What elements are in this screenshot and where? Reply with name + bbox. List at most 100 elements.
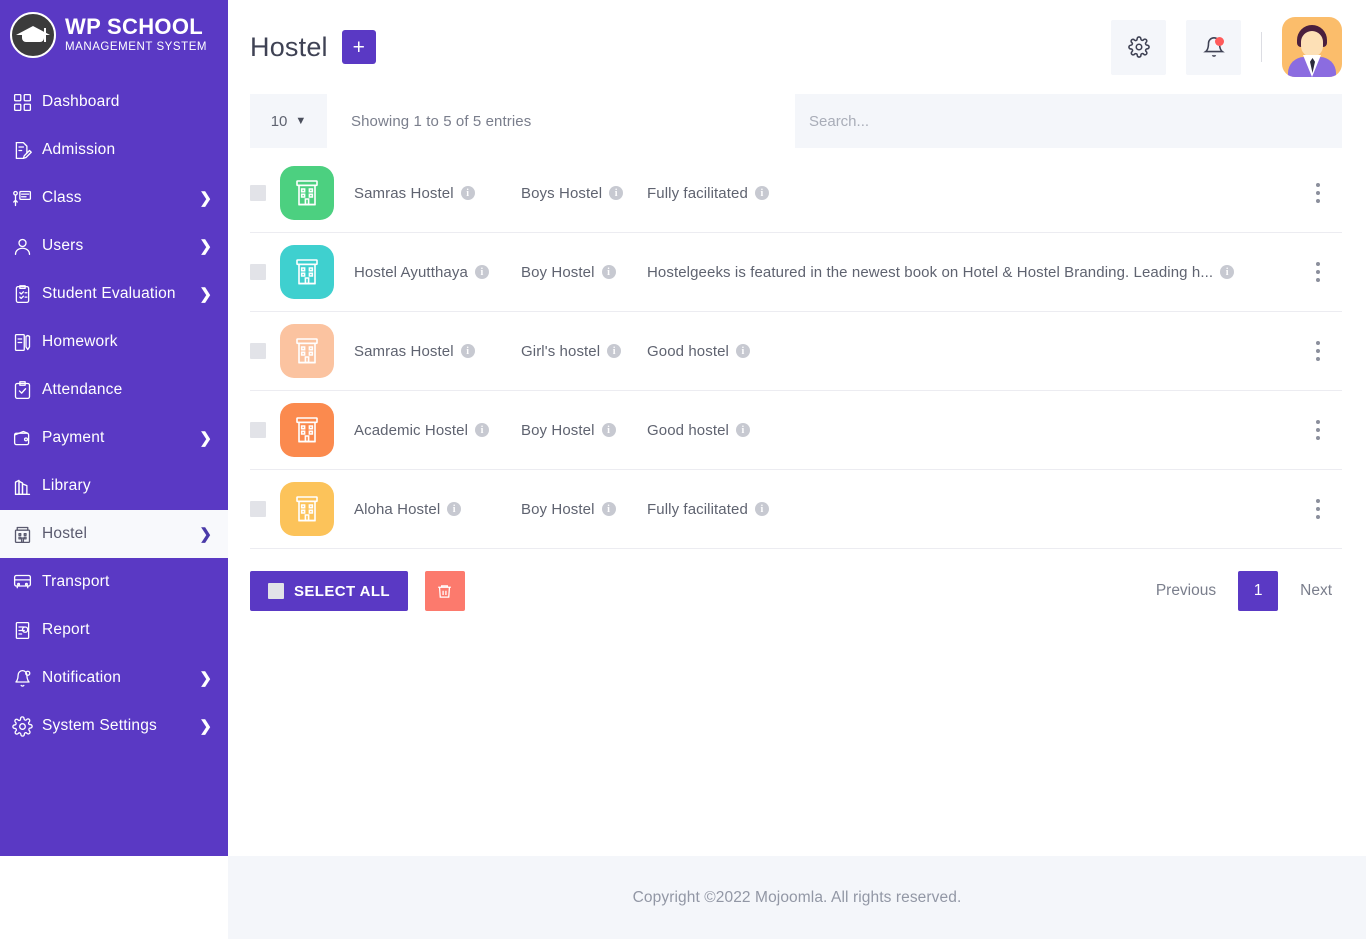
- info-icon[interactable]: i: [601, 502, 616, 516]
- page-length-value: 10: [270, 112, 288, 130]
- hostel-table: Samras Hostel i Boys Hostel i Fully facilita…: [250, 154, 1342, 549]
- sidebar-item-hostel[interactable]: Hostel ❯: [0, 510, 228, 558]
- topbar-divider: [1261, 32, 1262, 62]
- info-icon[interactable]: i: [736, 344, 750, 358]
- info-icon[interactable]: i: [754, 502, 769, 516]
- brand[interactable]: WP SCHOOL MANAGEMENT SYSTEM: [0, 0, 228, 72]
- table-row: Aloha Hostel i Boy Hostel i Fully facilitate…: [250, 470, 1342, 549]
- sidebar-item-notification[interactable]: Notification ❯: [0, 654, 228, 702]
- sidebar-item-label: Library: [42, 477, 91, 494]
- sidebar-item-label: System Settings: [42, 717, 157, 734]
- table-row: Samras Hostel i Girl's hostel i Good hostel i: [250, 312, 1342, 391]
- cell-hostel-description: Fully facilitated i: [647, 185, 1300, 202]
- page-length-select[interactable]: 10 ▼: [250, 94, 327, 148]
- sidebar-item-attendance[interactable]: Attendance: [0, 366, 228, 414]
- avatar[interactable]: [1282, 17, 1342, 77]
- info-icon[interactable]: i: [460, 344, 475, 358]
- sidebar-item-system-settings[interactable]: System Settings ❯: [0, 702, 228, 750]
- row-checkbox[interactable]: [250, 422, 266, 438]
- cell-hostel-type: Boys Hostel i: [521, 185, 647, 202]
- cell-hostel-description: Good hostel i: [647, 422, 1300, 439]
- clipboard-tick-icon: [12, 380, 42, 401]
- info-icon[interactable]: i: [736, 423, 750, 437]
- hostel-icon: [280, 166, 334, 220]
- search-input[interactable]: [795, 112, 1342, 130]
- showing-entries-text: Showing 1 to 5 of 5 entries: [351, 112, 532, 130]
- chevron-right-icon: ❯: [199, 429, 212, 447]
- chevron-right-icon: ❯: [199, 717, 212, 735]
- info-icon[interactable]: i: [609, 186, 624, 200]
- trash-icon: [438, 584, 452, 598]
- pagination-previous[interactable]: Previous: [1146, 582, 1226, 600]
- info-icon[interactable]: i: [447, 502, 462, 516]
- select-all-button[interactable]: SELECT ALL: [250, 571, 408, 611]
- chevron-right-icon: ❯: [199, 285, 212, 303]
- sidebar-item-student-evaluation[interactable]: Student Evaluation ❯: [0, 270, 228, 318]
- bus-icon: [12, 572, 42, 593]
- sidebar-item-library[interactable]: Library: [0, 462, 228, 510]
- bell-icon: [12, 668, 42, 689]
- books-icon: [12, 476, 42, 497]
- notifications-button[interactable]: [1186, 19, 1241, 75]
- select-all-label: SELECT ALL: [294, 582, 390, 600]
- hostel-icon: [280, 482, 334, 536]
- info-icon[interactable]: i: [475, 423, 490, 437]
- cell-hostel-description: Good hostel i: [647, 343, 1300, 360]
- sidebar-item-homework[interactable]: Homework: [0, 318, 228, 366]
- info-icon[interactable]: i: [474, 265, 489, 279]
- settings-button[interactable]: [1111, 19, 1166, 75]
- cell-hostel-type: Boy Hostel i: [521, 264, 647, 281]
- sidebar-item-payment[interactable]: Payment ❯: [0, 414, 228, 462]
- hostel-description-text: Fully facilitated: [647, 184, 748, 202]
- grid-icon: [12, 92, 42, 113]
- sidebar-item-label: Users: [42, 237, 84, 254]
- sidebar-item-label: Dashboard: [42, 93, 120, 110]
- sidebar-item-label: Attendance: [42, 381, 123, 398]
- sidebar-item-label: Notification: [42, 669, 122, 686]
- pagination-page-1[interactable]: 1: [1238, 571, 1279, 611]
- cell-hostel-name: Aloha Hostel i: [354, 501, 521, 518]
- info-icon[interactable]: i: [601, 265, 616, 279]
- hostel-name-text: Samras Hostel: [354, 342, 454, 360]
- notification-dot: [1215, 36, 1224, 46]
- hostel-icon: [12, 524, 42, 545]
- info-icon[interactable]: i: [1220, 265, 1235, 279]
- row-checkbox[interactable]: [250, 343, 266, 359]
- hostel-type-text: Boy Hostel: [521, 500, 595, 518]
- row-checkbox[interactable]: [250, 185, 266, 201]
- cell-hostel-name: Hostel Ayutthaya i: [354, 264, 521, 281]
- sidebar-item-report[interactable]: Report: [0, 606, 228, 654]
- row-checkbox[interactable]: [250, 264, 266, 280]
- row-menu-button[interactable]: [1300, 420, 1336, 440]
- info-icon[interactable]: i: [460, 186, 475, 200]
- info-icon[interactable]: i: [754, 186, 769, 200]
- hostel-type-text: Girl's hostel: [521, 342, 601, 360]
- sidebar-item-admission[interactable]: Admission: [0, 126, 228, 174]
- pagination-next[interactable]: Next: [1290, 582, 1342, 600]
- chevron-right-icon: ❯: [199, 525, 212, 543]
- row-menu-button[interactable]: [1300, 499, 1336, 519]
- app-root: WP SCHOOL MANAGEMENT SYSTEM Dashboard Adm…: [0, 0, 1366, 939]
- cell-hostel-name: Samras Hostel i: [354, 185, 521, 202]
- info-icon[interactable]: i: [601, 423, 616, 437]
- hostel-description-text: Hostelgeeks is featured in the newest bo…: [647, 263, 1214, 281]
- sidebar-item-label: Class: [42, 189, 82, 206]
- sidebar-item-transport[interactable]: Transport: [0, 558, 228, 606]
- graduation-cap-logo-icon: [10, 12, 56, 58]
- sidebar-item-dashboard[interactable]: Dashboard: [0, 78, 228, 126]
- info-icon[interactable]: i: [607, 344, 622, 358]
- sidebar-item-class[interactable]: Class ❯: [0, 174, 228, 222]
- hostel-type-text: Boys Hostel: [521, 184, 603, 202]
- row-menu-button[interactable]: [1300, 183, 1336, 203]
- document-pen-icon: [12, 140, 42, 161]
- delete-selected-button[interactable]: [424, 571, 465, 611]
- sidebar-item-users[interactable]: Users ❯: [0, 222, 228, 270]
- sidebar-item-label: Payment: [42, 429, 105, 446]
- row-menu-button[interactable]: [1300, 262, 1336, 282]
- row-checkbox[interactable]: [250, 501, 266, 517]
- cell-hostel-type: Girl's hostel i: [521, 343, 647, 360]
- add-hostel-button[interactable]: +: [341, 30, 376, 64]
- gear-icon: [1127, 36, 1150, 58]
- gear-icon: [12, 715, 42, 737]
- row-menu-button[interactable]: [1300, 341, 1336, 361]
